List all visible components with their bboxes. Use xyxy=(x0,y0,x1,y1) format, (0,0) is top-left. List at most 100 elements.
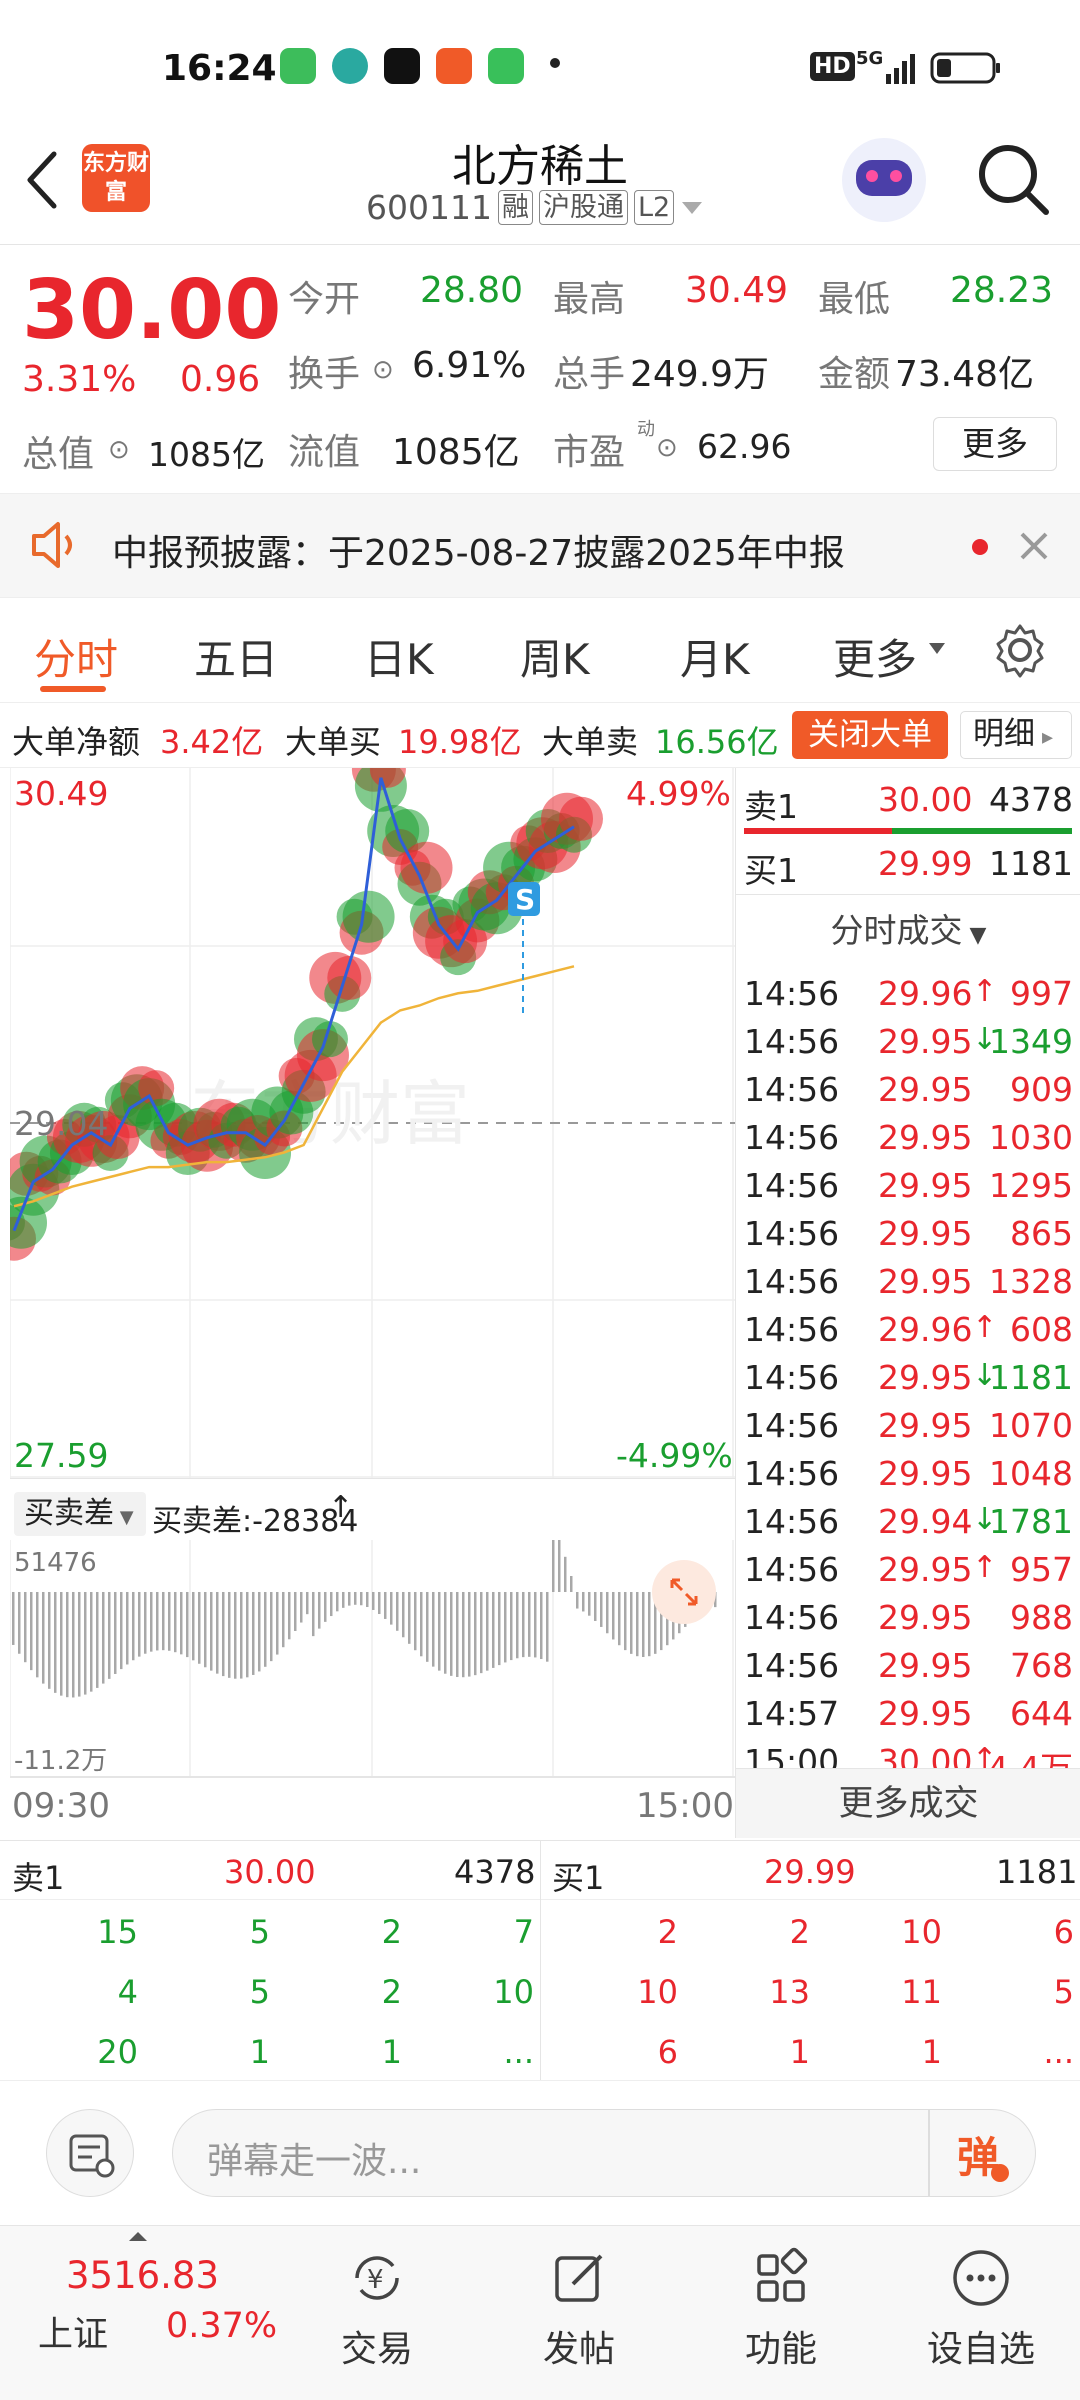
danmu-settings-icon[interactable] xyxy=(46,2109,134,2197)
notice-bar[interactable]: 中报预披露：于2025-08-27披露2025年中报 xyxy=(0,493,1080,598)
gear-icon[interactable] xyxy=(990,620,1050,680)
tick-volume: 1349 xyxy=(989,1022,1073,1061)
tick-volume: 909 xyxy=(1010,1070,1073,1109)
tab-weekly-k[interactable]: 周K xyxy=(520,626,590,687)
tick-price: 29.95 xyxy=(878,1214,973,1253)
diff-bar xyxy=(114,1592,117,1674)
queue-order: 11 xyxy=(901,1973,942,2011)
tab-more[interactable]: 更多 xyxy=(833,626,917,687)
indicator-selector[interactable]: 买卖差 ▼ xyxy=(14,1492,146,1536)
diff-bar xyxy=(636,1592,639,1657)
level2-tag: L2 xyxy=(633,190,675,225)
info-icon[interactable]: ⊙ xyxy=(656,433,678,463)
danmu-input[interactable]: 弹幕走一波... 弹 xyxy=(172,2109,1036,2197)
tick-time: 14:56 xyxy=(744,1502,840,1541)
pe-dynamic-mark: 动 xyxy=(637,419,655,440)
more-quote-button[interactable]: 更多 xyxy=(933,417,1057,471)
diff-bar xyxy=(30,1592,33,1671)
more-ticks-button[interactable]: 更多成交 xyxy=(736,1768,1080,1838)
queue-order: 1 xyxy=(789,2033,810,2071)
time-start: 09:30 xyxy=(12,1786,110,1826)
nav-add-watchlist[interactable]: 设自选 xyxy=(906,2246,1056,2372)
diff-bar xyxy=(396,1592,399,1631)
tick-arrow: ↑ xyxy=(972,1550,998,1585)
tick-row: 14:56 29.95 1048 xyxy=(736,1454,1080,1502)
axis-high: 30.49 xyxy=(14,774,109,813)
nav-functions[interactable]: 功能 xyxy=(706,2246,856,2372)
diff-bar xyxy=(108,1592,111,1679)
close-big-order-button[interactable]: 关闭大单 xyxy=(792,711,948,759)
diff-bar xyxy=(126,1592,129,1665)
net-value: 3.42亿 xyxy=(160,723,264,761)
info-icon[interactable]: ⊙ xyxy=(372,355,394,385)
tick-row: 14:56 29.96 ↑ 608 xyxy=(736,1310,1080,1358)
diff-bar xyxy=(456,1592,459,1678)
diff-bar xyxy=(618,1592,621,1646)
intraday-chart[interactable]: 东方财富 S 30.49 4.99% 29.04 27.59 -4.99% xyxy=(10,768,735,1478)
tab-five-day[interactable]: 五日 xyxy=(194,626,278,687)
tab-monthly-k[interactable]: 月K xyxy=(680,626,750,687)
tick-row: 14:56 29.95 1328 xyxy=(736,1262,1080,1310)
comment-bar: 弹幕走一波... 弹 xyxy=(0,2080,1080,2225)
diff-bar xyxy=(120,1592,123,1670)
ticks-title[interactable]: 分时成交 ▼ xyxy=(736,904,1080,952)
pe-label: 市盈 xyxy=(553,432,626,473)
dropdown-triangle-icon[interactable] xyxy=(680,200,704,216)
index-value[interactable]: 3516.83 xyxy=(66,2254,219,2297)
tick-price: 29.95 xyxy=(878,1406,973,1445)
amount-label: 金额 xyxy=(818,354,891,395)
tick-arrow: ↑ xyxy=(972,1310,998,1345)
diff-max: 51476 xyxy=(14,1548,97,1578)
tab-daily-k[interactable]: 日K xyxy=(364,626,434,687)
queue-order: 5 xyxy=(249,1913,270,1951)
diff-bar xyxy=(174,1592,177,1653)
chevron-up-icon[interactable] xyxy=(128,2230,148,2242)
tick-volume: 957 xyxy=(1010,1550,1073,1589)
chart-tabs: 分时 五日 日K 周K 月K 更多 xyxy=(0,598,1080,703)
diff-bar xyxy=(258,1592,261,1672)
diff-bar xyxy=(102,1592,105,1684)
diff-bar xyxy=(426,1592,429,1662)
tick-row: 14:56 29.95 1070 xyxy=(736,1406,1080,1454)
turnover-rate-label: 换手 xyxy=(288,354,361,395)
diff-bar xyxy=(66,1592,69,1698)
queue-order: 10 xyxy=(637,1973,678,2011)
queue-buy-volume: 1181 xyxy=(996,1853,1078,1891)
expand-icon[interactable] xyxy=(652,1560,716,1624)
close-icon[interactable] xyxy=(1018,530,1050,562)
robot-assistant-icon[interactable] xyxy=(842,138,926,222)
more-dots-icon xyxy=(953,2250,1009,2306)
diff-bar xyxy=(570,1576,573,1592)
tick-price: 29.95 xyxy=(878,1646,973,1685)
diff-min: -11.2万 xyxy=(14,1746,108,1776)
nav-post[interactable]: 发帖 xyxy=(504,2246,654,2372)
detail-button[interactable]: 明细 ▸ xyxy=(960,711,1072,759)
diff-bar xyxy=(36,1592,39,1678)
info-icon[interactable]: ⊙ xyxy=(108,435,130,465)
diff-bar xyxy=(510,1592,513,1661)
diff-bar xyxy=(600,1592,603,1627)
open-value: 28.80 xyxy=(420,270,524,311)
tab-intraday[interactable]: 分时 xyxy=(34,626,118,687)
diff-bar xyxy=(630,1592,633,1654)
tick-time: 14:56 xyxy=(744,1118,840,1157)
chevron-down-icon: ▼ xyxy=(114,1507,134,1528)
axis-low-pct: -4.99% xyxy=(616,1436,733,1475)
trade-bubbles xyxy=(10,768,603,1261)
tick-row: 14:56 29.95 ↓ 1349 xyxy=(736,1022,1080,1070)
diff-bar xyxy=(612,1592,615,1640)
tick-time: 14:56 xyxy=(744,1646,840,1685)
diff-bar xyxy=(564,1556,567,1592)
diff-bar xyxy=(480,1592,483,1674)
queue-sell-volume: 4378 xyxy=(454,1853,536,1891)
bank-app-icon xyxy=(332,48,368,84)
app-icon xyxy=(436,48,472,84)
tick-volume: 865 xyxy=(1010,1214,1073,1253)
search-icon[interactable] xyxy=(976,142,1052,218)
diff-bar xyxy=(648,1592,651,1657)
tick-time: 14:56 xyxy=(744,1166,840,1205)
diff-bar xyxy=(450,1592,453,1676)
diff-bar xyxy=(234,1592,237,1679)
hd-icon: HD xyxy=(810,52,855,81)
nav-trade[interactable]: ¥ 交易 xyxy=(302,2246,452,2372)
